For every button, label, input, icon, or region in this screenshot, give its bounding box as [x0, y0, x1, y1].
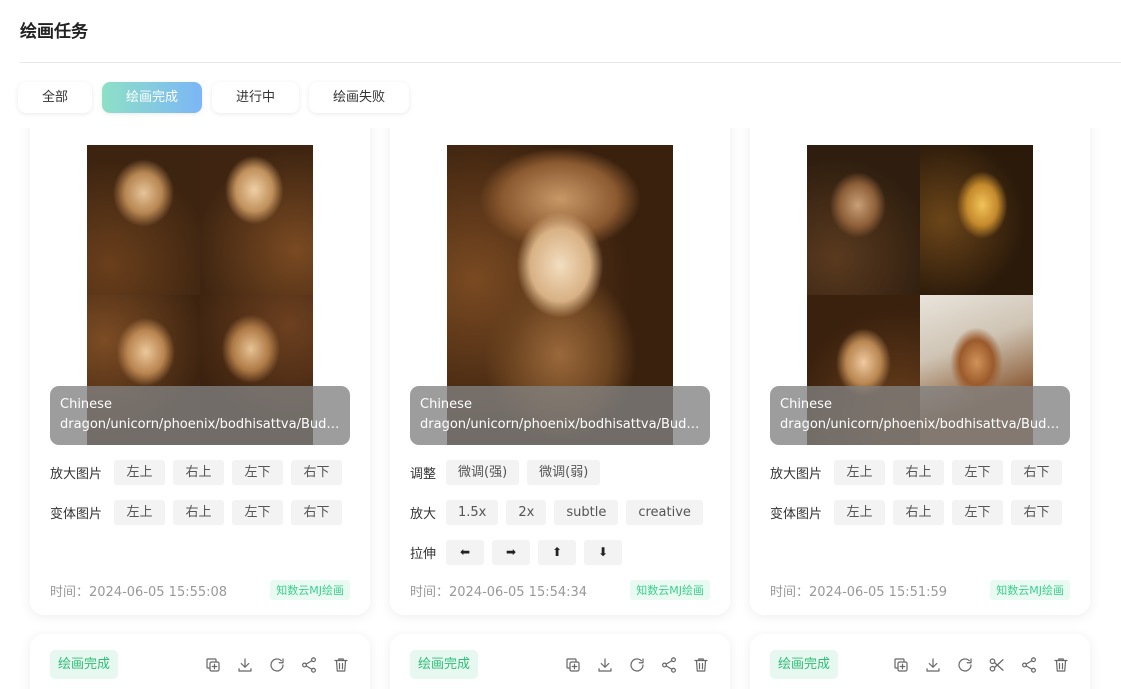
share-icon[interactable]: [1018, 654, 1040, 676]
status-badge: 绘画完成: [410, 650, 479, 679]
refresh-icon[interactable]: [954, 654, 976, 676]
copy-icon[interactable]: [202, 654, 224, 676]
task-card: Chinese dragon/unicorn/phoenix/bodhisatt…: [750, 128, 1090, 615]
variation-label: 变体图片: [770, 507, 823, 522]
tab-failed[interactable]: 绘画失败: [309, 82, 410, 113]
delete-icon[interactable]: [330, 654, 352, 676]
variation-bottom-right-button[interactable]: 右下: [1011, 500, 1062, 525]
variation-top-left-button[interactable]: 左上: [114, 500, 165, 525]
upscale-bottom-right-button[interactable]: 右下: [291, 460, 342, 485]
status-badge: 绘画完成: [770, 650, 839, 679]
delete-icon[interactable]: [690, 654, 712, 676]
filter-tabs: 全部 绘画完成 进行中 绘画失败: [18, 82, 410, 113]
tab-in-progress[interactable]: 进行中: [212, 82, 300, 113]
pan-right-button[interactable]: ➡: [492, 540, 530, 565]
variation-top-right-button[interactable]: 右上: [173, 500, 224, 525]
upscale-label: 放大图片: [770, 467, 823, 482]
upscale-label: 放大图片: [50, 467, 103, 482]
vary-subtle-button[interactable]: 微调(弱): [527, 460, 601, 485]
variation-bottom-left-button[interactable]: 左下: [952, 500, 1003, 525]
download-icon[interactable]: [594, 654, 616, 676]
source-badge: 知数云MJ绘画: [990, 580, 1070, 600]
zoom-label: 放大: [410, 507, 437, 522]
upscale-top-left-button[interactable]: 左上: [114, 460, 165, 485]
image-tile-top-right: [200, 145, 313, 295]
copy-icon[interactable]: [890, 654, 912, 676]
upscale-row: 放大图片 左上 右上 左下 右下: [770, 460, 1062, 485]
tab-completed[interactable]: 绘画完成: [102, 82, 203, 113]
prompt-text-line1: Chinese: [780, 397, 832, 412]
delete-icon[interactable]: [1050, 654, 1072, 676]
task-time: 时间：2024-06-05 15:51:59: [770, 584, 948, 600]
pan-left-button[interactable]: ⬅: [446, 540, 484, 565]
task-list[interactable]: Chinese dragon/unicorn/phoenix/bodhisatt…: [0, 128, 1121, 689]
prompt-overlay: Chinese dragon/unicorn/phoenix/bodhisatt…: [50, 386, 350, 445]
zoom-2x-button[interactable]: 2x: [506, 500, 547, 525]
variation-bottom-right-button[interactable]: 右下: [291, 500, 342, 525]
pan-row: 拉伸 ⬅ ➡ ⬆ ⬇: [410, 540, 622, 565]
variation-top-right-button[interactable]: 右上: [893, 500, 944, 525]
zoom-row: 放大 1.5x 2x subtle creative: [410, 500, 703, 525]
prompt-text-line2: dragon/unicorn/phoenix/bodhisattva/Budd.…: [60, 417, 340, 432]
vary-strong-button[interactable]: 微调(强): [446, 460, 520, 485]
prompt-overlay: Chinese dragon/unicorn/phoenix/bodhisatt…: [770, 386, 1070, 445]
share-icon[interactable]: [298, 654, 320, 676]
source-badge: 知数云MJ绘画: [270, 580, 350, 600]
download-icon[interactable]: [922, 654, 944, 676]
card-actions: [202, 654, 352, 676]
prompt-text-line2: dragon/unicorn/phoenix/bodhisattva/Budd.…: [780, 417, 1060, 432]
upscale-top-right-button[interactable]: 右上: [893, 460, 944, 485]
task-card: 绘画完成: [750, 634, 1090, 689]
task-card: Chinese dragon/unicorn/phoenix/bodhisatt…: [390, 128, 730, 615]
refresh-icon[interactable]: [266, 654, 288, 676]
upscale-bottom-left-button[interactable]: 左下: [952, 460, 1003, 485]
upscale-bottom-left-button[interactable]: 左下: [232, 460, 283, 485]
upscale-top-right-button[interactable]: 右上: [173, 460, 224, 485]
adjust-label: 调整: [410, 467, 437, 482]
card-actions: [890, 654, 1072, 676]
upscale-top-left-button[interactable]: 左上: [834, 460, 885, 485]
adjust-row: 调整 微调(强) 微调(弱): [410, 460, 601, 485]
tab-all[interactable]: 全部: [18, 82, 93, 113]
card-meta: 时间：2024-06-05 15:51:59 知数云MJ绘画: [770, 580, 1070, 600]
copy-icon[interactable]: [562, 654, 584, 676]
task-card: 绘画完成: [30, 634, 370, 689]
prompt-text-line1: Chinese: [420, 397, 472, 412]
header-divider: [20, 62, 1121, 63]
image-tile-top-right: [920, 145, 1033, 295]
pan-up-button[interactable]: ⬆: [538, 540, 576, 565]
pan-label: 拉伸: [410, 547, 437, 562]
share-icon[interactable]: [658, 654, 680, 676]
prompt-text-line1: Chinese: [60, 397, 112, 412]
upscale-bottom-right-button[interactable]: 右下: [1011, 460, 1062, 485]
task-card: 绘画完成: [390, 634, 730, 689]
variation-top-left-button[interactable]: 左上: [834, 500, 885, 525]
task-time: 时间：2024-06-05 15:55:08: [50, 584, 228, 600]
prompt-text-line2: dragon/unicorn/phoenix/bodhisattva/Budd.…: [420, 417, 700, 432]
refresh-icon[interactable]: [626, 654, 648, 676]
upscale-subtle-button[interactable]: subtle: [554, 500, 619, 525]
card-actions: [562, 654, 712, 676]
upscale-creative-button[interactable]: creative: [626, 500, 703, 525]
card-meta: 时间：2024-06-05 15:54:34 知数云MJ绘画: [410, 580, 710, 600]
source-badge: 知数云MJ绘画: [630, 580, 710, 600]
variation-row: 变体图片 左上 右上 左下 右下: [50, 500, 342, 525]
variation-bottom-left-button[interactable]: 左下: [232, 500, 283, 525]
task-time: 时间：2024-06-05 15:54:34: [410, 584, 588, 600]
download-icon[interactable]: [234, 654, 256, 676]
zoom-1-5x-button[interactable]: 1.5x: [446, 500, 499, 525]
scissors-icon[interactable]: [986, 654, 1008, 676]
drawing-tasks-page: 绘画任务 全部 绘画完成 进行中 绘画失败 Chinese dragon/uni…: [0, 0, 1121, 689]
image-tile-top-left: [807, 145, 920, 295]
prompt-overlay: Chinese dragon/unicorn/phoenix/bodhisatt…: [410, 386, 710, 445]
variation-row: 变体图片 左上 右上 左下 右下: [770, 500, 1062, 525]
card-meta: 时间：2024-06-05 15:55:08 知数云MJ绘画: [50, 580, 350, 600]
task-card: Chinese dragon/unicorn/phoenix/bodhisatt…: [30, 128, 370, 615]
pan-down-button[interactable]: ⬇: [584, 540, 622, 565]
upscale-row: 放大图片 左上 右上 左下 右下: [50, 460, 342, 485]
status-badge: 绘画完成: [50, 650, 119, 679]
image-tile-top-left: [87, 145, 200, 295]
page-title: 绘画任务: [20, 22, 88, 42]
variation-label: 变体图片: [50, 507, 103, 522]
